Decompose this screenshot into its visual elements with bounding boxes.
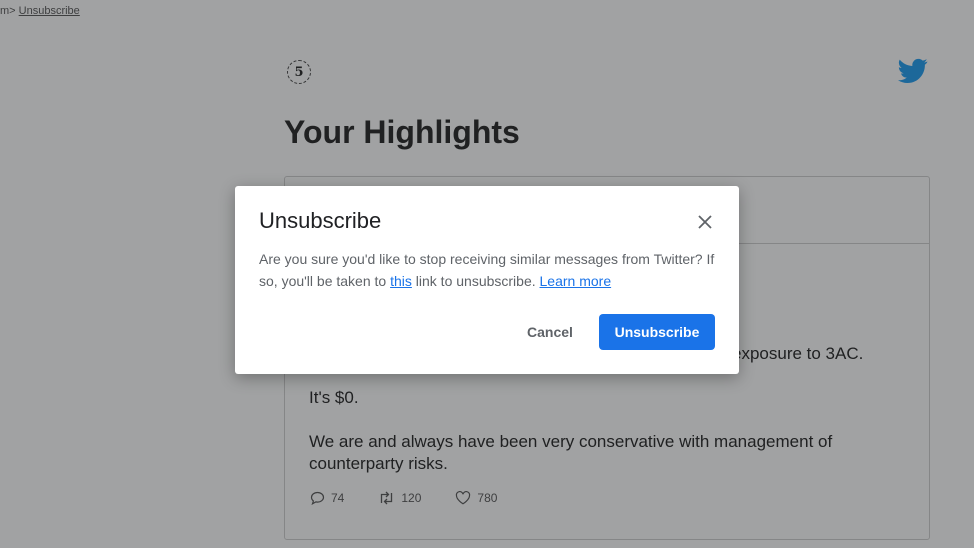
close-icon <box>698 215 712 229</box>
close-button[interactable] <box>693 210 717 234</box>
dialog-title: Unsubscribe <box>259 208 382 233</box>
cancel-button[interactable]: Cancel <box>514 314 586 350</box>
unsubscribe-this-link[interactable]: this <box>390 273 412 289</box>
dialog-message: Are you sure you'd like to stop receivin… <box>259 248 719 292</box>
dialog-message-part2: link to unsubscribe. <box>411 273 540 289</box>
learn-more-link[interactable]: Learn more <box>540 273 612 289</box>
unsubscribe-dialog: Unsubscribe Are you sure you'd like to s… <box>235 186 739 374</box>
unsubscribe-button[interactable]: Unsubscribe <box>599 314 715 350</box>
